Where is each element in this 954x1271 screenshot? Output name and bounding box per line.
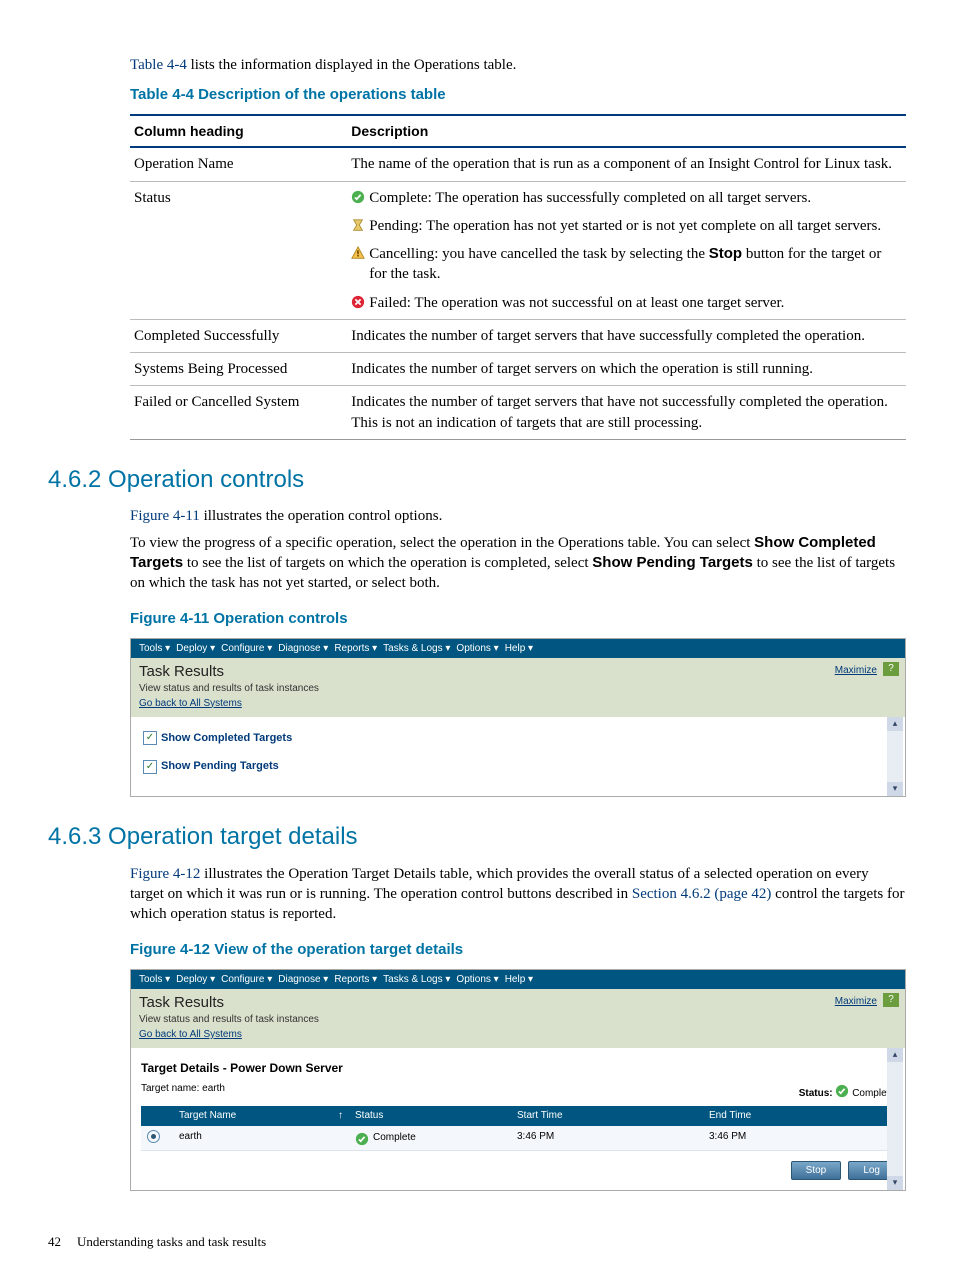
- menu-tasks-logs[interactable]: Tasks & Logs ▾: [383, 642, 450, 656]
- menu-deploy[interactable]: Deploy ▾: [176, 642, 215, 656]
- menu-tools[interactable]: Tools ▾: [139, 642, 170, 656]
- s462-p2: To view the progress of a specific opera…: [130, 533, 906, 594]
- section-4-6-2-heading: 4.6.2 Operation controls: [48, 464, 906, 496]
- table-row[interactable]: earth Complete 3:46 PM 3:46 PM: [141, 1126, 895, 1151]
- row-radio[interactable]: [147, 1130, 160, 1143]
- page-footer: 42 Understanding tasks and task results: [48, 1233, 266, 1251]
- row-completed-successfully: Completed Successfully: [130, 319, 347, 352]
- scroll-down-icon[interactable]: ▾: [887, 782, 903, 796]
- figure-4-11-link[interactable]: Figure 4-11: [130, 508, 200, 524]
- col-heading-column: Column heading: [130, 115, 347, 148]
- col-end-time[interactable]: End Time: [703, 1106, 895, 1126]
- help-icon[interactable]: ?: [883, 662, 899, 676]
- cancelling-icon: [351, 246, 365, 260]
- cell-start-time: 3:46 PM: [511, 1129, 703, 1147]
- figure-4-11-caption: Figure 4-11 Operation controls: [130, 609, 906, 629]
- scrollbar[interactable]: ▴ ▾: [887, 1048, 903, 1191]
- intro-paragraph: Table 4-4 lists the information displaye…: [130, 55, 906, 75]
- col-target-name[interactable]: Target Name: [173, 1106, 325, 1126]
- menu-reports[interactable]: Reports ▾: [334, 642, 377, 656]
- menubar: Tools ▾ Deploy ▾ Configure ▾ Diagnose ▾ …: [131, 970, 905, 990]
- failed-icon: [351, 295, 365, 309]
- figure-4-12-link[interactable]: Figure 4-12: [130, 866, 200, 882]
- complete-icon: [835, 1084, 849, 1098]
- page-title: Task Results: [139, 993, 897, 1013]
- target-details-heading: Target Details - Power Down Server: [141, 1054, 895, 1076]
- operations-table: Column heading Description Operation Nam…: [130, 114, 906, 440]
- go-back-link[interactable]: Go back to All Systems: [139, 698, 242, 709]
- checkbox-icon: ✓: [143, 760, 157, 774]
- scroll-up-icon[interactable]: ▴: [887, 717, 903, 731]
- row-completed-successfully-desc: Indicates the number of target servers t…: [347, 319, 906, 352]
- menu-help[interactable]: Help ▾: [505, 973, 533, 987]
- menu-diagnose[interactable]: Diagnose ▾: [278, 642, 328, 656]
- row-operation-name: Operation Name: [130, 147, 347, 181]
- row-status: Status: [130, 181, 347, 319]
- row-systems-processed-desc: Indicates the number of target servers o…: [347, 353, 906, 386]
- row-systems-processed: Systems Being Processed: [130, 353, 347, 386]
- row-status-desc: Complete: The operation has successfully…: [347, 181, 906, 319]
- menu-options[interactable]: Options ▾: [456, 642, 498, 656]
- menu-tools[interactable]: Tools ▾: [139, 973, 170, 987]
- s462-p1: Figure 4-11 illustrates the operation co…: [130, 506, 906, 526]
- table-header: Target Name ↑ Status Start Time End Time: [141, 1106, 895, 1126]
- col-start-time[interactable]: Start Time: [511, 1106, 703, 1126]
- title-bar: Task Results View status and results of …: [131, 658, 905, 717]
- scroll-down-icon[interactable]: ▾: [887, 1176, 903, 1190]
- col-status[interactable]: Status: [349, 1106, 511, 1126]
- cell-status: Complete: [349, 1129, 511, 1147]
- checkbox-icon: ✓: [143, 731, 157, 745]
- page-number: 42: [48, 1233, 61, 1251]
- cell-end-time: 3:46 PM: [703, 1129, 895, 1147]
- scrollbar[interactable]: ▴ ▾: [887, 717, 903, 797]
- figure-4-12-caption: Figure 4-12 View of the operation target…: [130, 940, 906, 960]
- cell-target-name: earth: [173, 1129, 325, 1147]
- menu-configure[interactable]: Configure ▾: [221, 642, 272, 656]
- section-4-6-2-link[interactable]: Section 4.6.2 (page 42): [632, 886, 772, 902]
- complete-icon: [355, 1132, 369, 1146]
- scroll-up-icon[interactable]: ▴: [887, 1048, 903, 1062]
- section-4-6-3-heading: 4.6.3 Operation target details: [48, 821, 906, 853]
- pending-icon: [351, 218, 365, 232]
- figure-4-12: Tools ▾ Deploy ▾ Configure ▾ Diagnose ▾ …: [130, 969, 906, 1192]
- page-subtitle: View status and results of task instance…: [139, 1013, 897, 1027]
- col-heading-description: Description: [347, 115, 906, 148]
- target-name-label: Target name: earth: [141, 1082, 225, 1101]
- row-failed-cancelled: Failed or Cancelled System: [130, 386, 347, 440]
- figure-4-11: Tools ▾ Deploy ▾ Configure ▾ Diagnose ▾ …: [130, 638, 906, 798]
- menu-diagnose[interactable]: Diagnose ▾: [278, 973, 328, 987]
- complete-icon: [351, 190, 365, 204]
- maximize-link[interactable]: Maximize: [835, 664, 877, 678]
- menu-tasks-logs[interactable]: Tasks & Logs ▾: [383, 973, 450, 987]
- table-4-4-caption: Table 4-4 Description of the operations …: [130, 85, 906, 105]
- maximize-link[interactable]: Maximize: [835, 995, 877, 1009]
- table-4-4-link[interactable]: Table 4-4: [130, 57, 187, 73]
- status-badge: Status: Complete: [799, 1082, 895, 1101]
- menu-options[interactable]: Options ▾: [456, 973, 498, 987]
- title-bar: Task Results View status and results of …: [131, 989, 905, 1048]
- help-icon[interactable]: ?: [883, 993, 899, 1007]
- page-title: Task Results: [139, 662, 897, 682]
- show-completed-targets-checkbox[interactable]: ✓ Show Completed Targets: [143, 731, 893, 746]
- menu-reports[interactable]: Reports ▾: [334, 973, 377, 987]
- menu-help[interactable]: Help ▾: [505, 642, 533, 656]
- s463-p1: Figure 4-12 illustrates the Operation Ta…: [130, 864, 906, 925]
- chapter-title: Understanding tasks and task results: [77, 1233, 266, 1251]
- menubar: Tools ▾ Deploy ▾ Configure ▾ Diagnose ▾ …: [131, 639, 905, 659]
- show-pending-targets-checkbox[interactable]: ✓ Show Pending Targets: [143, 759, 893, 774]
- sort-asc-icon[interactable]: ↑: [325, 1106, 349, 1126]
- stop-button[interactable]: Stop: [791, 1161, 842, 1181]
- menu-configure[interactable]: Configure ▾: [221, 973, 272, 987]
- page-subtitle: View status and results of task instance…: [139, 682, 897, 696]
- go-back-link[interactable]: Go back to All Systems: [139, 1029, 242, 1040]
- menu-deploy[interactable]: Deploy ▾: [176, 973, 215, 987]
- row-operation-name-desc: The name of the operation that is run as…: [347, 147, 906, 181]
- row-failed-cancelled-desc: Indicates the number of target servers t…: [347, 386, 906, 440]
